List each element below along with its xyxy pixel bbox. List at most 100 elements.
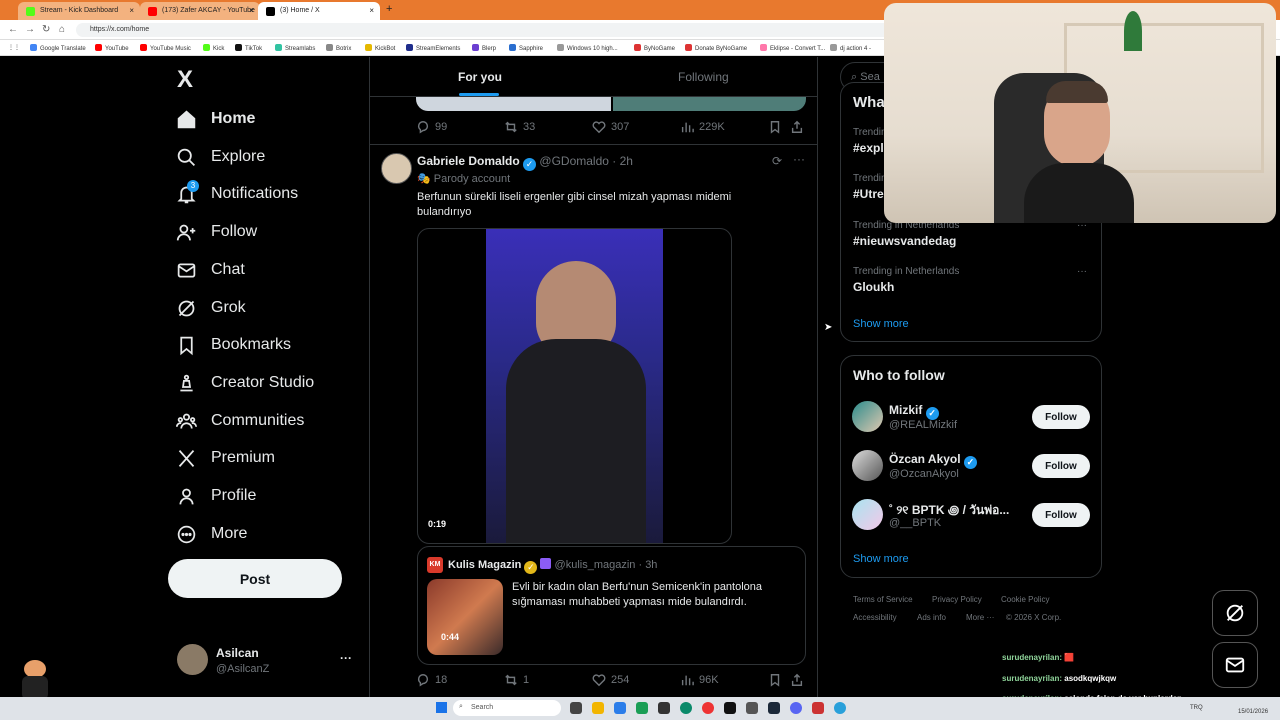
share-button[interactable]: [790, 673, 804, 687]
language-indicator[interactable]: TRQ: [1190, 705, 1203, 711]
bookmark-item[interactable]: Windows 10 high...: [557, 44, 618, 52]
forward-icon[interactable]: →: [25, 24, 35, 35]
discord-icon[interactable]: [790, 702, 802, 714]
nav-item-premium[interactable]: Premium: [176, 444, 275, 472]
windows-start-icon[interactable]: [436, 702, 447, 713]
share-button[interactable]: [790, 120, 804, 134]
grok-icon[interactable]: ⟳: [772, 154, 782, 168]
trend-item[interactable]: Trendin #Utre: [853, 173, 887, 201]
nav-item-bookmarks[interactable]: Bookmarks: [176, 331, 291, 359]
task-view-icon[interactable]: [570, 702, 582, 714]
browser-tab[interactable]: Stream - Kick Dashboard ×: [18, 2, 140, 20]
views-button[interactable]: 96K: [680, 673, 768, 687]
bookmarks-icon[interactable]: ⋮⋮: [8, 44, 20, 51]
grok-float-button[interactable]: [1212, 590, 1258, 636]
tab-following[interactable]: Following: [678, 70, 729, 84]
tweet[interactable]: Gabriele Domaldo ✓ @GDomaldo · 2h ⟳ ··· …: [370, 145, 817, 697]
bookmark-item[interactable]: Blerp: [472, 44, 496, 52]
app-icon[interactable]: [812, 702, 824, 714]
close-icon[interactable]: ×: [249, 6, 254, 15]
account-switcher[interactable]: Asilcan @AsilcanZ ···: [168, 639, 358, 683]
browser-tab-active[interactable]: (3) Home / X ×: [258, 2, 380, 20]
browser-tab[interactable]: (173) Zafer AKCAY - YouTube ×: [140, 2, 260, 20]
video-player[interactable]: 0:19: [417, 228, 732, 544]
user-handle[interactable]: @REALMizkif: [889, 419, 957, 431]
tab-for-you[interactable]: For you: [458, 70, 502, 84]
avatar[interactable]: [852, 450, 883, 481]
new-tab-button[interactable]: +: [386, 3, 392, 15]
bookmark-item[interactable]: Kick: [203, 44, 224, 52]
trend-item[interactable]: Trending in Netherlands Gloukh: [853, 266, 959, 294]
x-logo-icon[interactable]: X: [177, 66, 193, 94]
previous-tweet-image[interactable]: [416, 97, 611, 111]
like-button[interactable]: 254: [592, 673, 680, 687]
trend-item[interactable]: Trendin #expl: [853, 127, 887, 155]
footer-link[interactable]: Terms of Service: [853, 595, 913, 604]
bookmark-item[interactable]: dj action 4 -: [830, 44, 871, 52]
more-icon[interactable]: ···: [793, 152, 805, 166]
like-button[interactable]: 307: [592, 120, 680, 134]
follow-button[interactable]: Follow: [1032, 503, 1090, 527]
previous-tweet-image[interactable]: [613, 97, 806, 111]
app-icon[interactable]: [636, 702, 648, 714]
bookmark-button[interactable]: [768, 120, 790, 134]
bookmark-item[interactable]: Google Translate: [30, 44, 86, 52]
close-icon[interactable]: ×: [369, 6, 374, 15]
reload-icon[interactable]: ↻: [42, 24, 50, 35]
quote-tweet[interactable]: KM Kulis Magazin ✓ @kulis_magazin · 3h 0…: [417, 546, 806, 665]
footer-link[interactable]: More ···: [966, 613, 994, 622]
avatar[interactable]: [381, 153, 412, 184]
follow-button[interactable]: Follow: [1032, 454, 1090, 478]
bookmark-item[interactable]: Botrix: [326, 44, 351, 52]
avatar[interactable]: [852, 401, 883, 432]
nav-item-creator-studio[interactable]: Creator Studio: [176, 369, 314, 397]
quote-video-thumbnail[interactable]: 0:44: [427, 579, 503, 655]
close-icon[interactable]: ×: [129, 6, 134, 15]
back-icon[interactable]: ←: [8, 24, 18, 35]
bookmark-item[interactable]: ByNoGame: [634, 44, 675, 52]
taskbar-search[interactable]: ⌕ Search: [453, 700, 561, 716]
edge-icon[interactable]: [680, 702, 692, 714]
show-more-link[interactable]: Show more: [853, 553, 909, 565]
footer-link[interactable]: Privacy Policy: [932, 595, 982, 604]
reply-button[interactable]: 99: [416, 120, 504, 134]
bookmark-item[interactable]: Streamlabs: [275, 44, 315, 52]
nav-item-profile[interactable]: Profile: [176, 482, 256, 510]
bookmark-item[interactable]: TikTok: [235, 44, 262, 52]
author-handle[interactable]: @GDomaldo: [539, 154, 609, 168]
nav-item-more[interactable]: More: [176, 520, 247, 548]
repost-button[interactable]: 1: [504, 673, 592, 687]
more-icon[interactable]: ···: [340, 651, 352, 665]
steam-icon[interactable]: [768, 702, 780, 714]
bookmark-item[interactable]: YouTube: [95, 44, 129, 52]
more-icon[interactable]: ···: [1077, 266, 1087, 277]
user-handle[interactable]: @OzcanAkyol: [889, 468, 959, 480]
chrome-icon[interactable]: [702, 702, 714, 714]
nav-item-communities[interactable]: Communities: [176, 407, 304, 435]
date[interactable]: 15/01/2026: [1238, 709, 1268, 715]
app-icon[interactable]: [834, 702, 846, 714]
nav-item-home[interactable]: Home: [176, 105, 255, 133]
author-name[interactable]: Gabriele Domaldo: [417, 154, 520, 168]
trend-item[interactable]: Trending in Netherlands #nieuwsvandedag: [853, 220, 959, 248]
follow-button[interactable]: Follow: [1032, 405, 1090, 429]
repost-button[interactable]: 33: [504, 120, 592, 134]
footer-link[interactable]: Ads info: [917, 613, 946, 622]
bookmark-item[interactable]: Sapphire: [509, 44, 543, 52]
show-more-link[interactable]: Show more: [853, 318, 909, 330]
reply-button[interactable]: 18: [416, 673, 504, 687]
bookmark-item[interactable]: YouTube Music: [140, 44, 191, 52]
home-icon[interactable]: ⌂: [59, 24, 65, 35]
nav-item-grok[interactable]: Grok: [176, 294, 246, 322]
user-name[interactable]: Mizkif ✓: [889, 403, 939, 420]
bookmark-item[interactable]: StreamElements: [406, 44, 460, 52]
nav-item-chat[interactable]: Chat: [176, 256, 245, 284]
avatar[interactable]: [852, 499, 883, 530]
views-button[interactable]: 229K: [680, 120, 768, 134]
app-icon[interactable]: [658, 702, 670, 714]
bookmark-item[interactable]: Donate ByNoGame: [685, 44, 747, 52]
tweet-time[interactable]: · 2h: [612, 154, 633, 168]
footer-link[interactable]: Cookie Policy: [1001, 595, 1049, 604]
app-icon[interactable]: [746, 702, 758, 714]
bookmark-button[interactable]: [768, 673, 790, 687]
